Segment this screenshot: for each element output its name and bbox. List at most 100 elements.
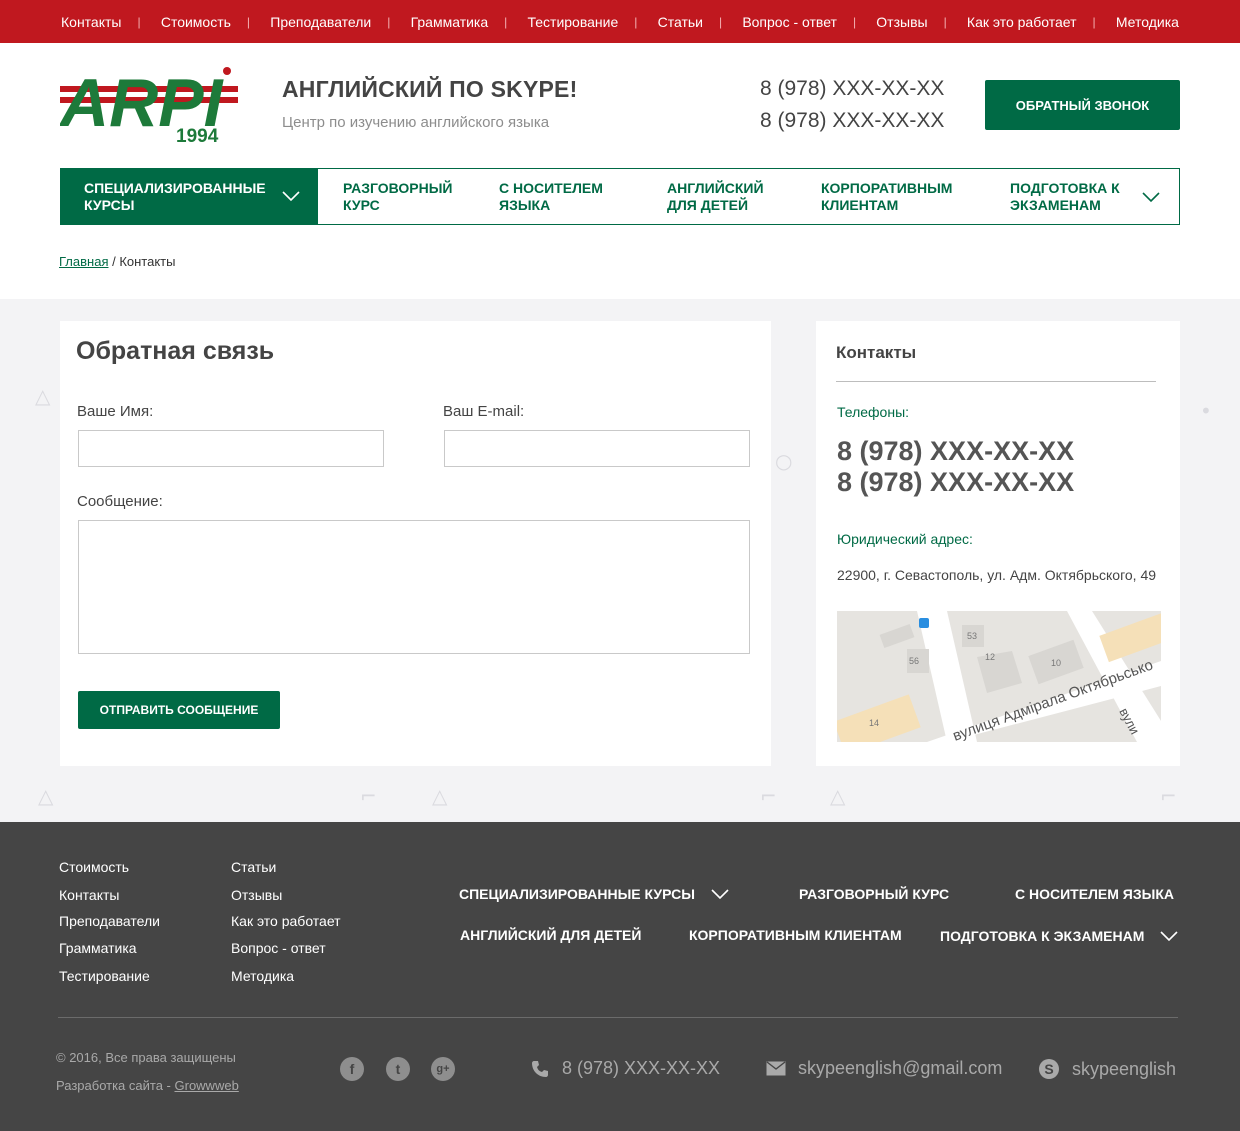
top-nav-item[interactable]: Вопрос - ответ | [742, 14, 856, 30]
footer-nav-exam-preparation[interactable]: ПОДГОТОВКА К ЭКЗАМЕНАМ [940, 928, 1144, 944]
zigzag-decor-icon: ⌐ [360, 784, 377, 808]
top-nav-item[interactable]: Стоимость | [161, 14, 250, 30]
contact-phone[interactable]: 8 (978) XXX-XX-XX [837, 436, 1074, 467]
footer-phone[interactable]: 8 (978) XXX-XX-XX [530, 1058, 720, 1079]
footer-nav-corporate-clients[interactable]: КОРПОРАТИВНЫМ КЛИЕНТАМ [689, 927, 902, 943]
triangle-decor-icon: △ [432, 784, 448, 808]
top-nav-item[interactable]: Статьи | [658, 14, 723, 30]
top-bar: Контакты | Стоимость | Преподаватели | Грам… [0, 0, 1240, 43]
svg-text:53: 53 [967, 631, 977, 641]
zigzag-decor-icon: ⌐ [760, 784, 777, 808]
form-title: Обратная связь [76, 337, 275, 365]
nav-label: СПЕЦИАЛИЗИРОВАННЫЕ КУРСЫ [84, 179, 266, 213]
footer-skype[interactable]: S skypeenglish [1038, 1058, 1176, 1080]
triangle-decor-icon: △ [35, 384, 51, 408]
svg-text:14: 14 [869, 718, 879, 728]
nav-specialized-courses[interactable]: СПЕЦИАЛИЗИРОВАННЫЕ КУРСЫ [60, 168, 318, 225]
chevron-down-icon [1142, 192, 1160, 203]
header-phone[interactable]: 8 (978) XXX-XX-XX [760, 77, 944, 101]
email-input[interactable] [444, 430, 750, 467]
nav-native-speaker[interactable]: С НОСИТЕЛЕМ ЯЗЫКА [499, 169, 629, 224]
nav-corporate-clients[interactable]: КОРПОРАТИВНЫМ КЛИЕНТАМ [821, 169, 971, 224]
site-subtitle: Центр по изучению английского языка [282, 114, 550, 131]
zigzag-decor-icon: ⌐ [1160, 784, 1177, 808]
top-nav-item[interactable]: Методика [1116, 14, 1179, 30]
footer-nav-english-for-kids[interactable]: АНГЛИЙСКИЙ ДЛЯ ДЕТЕЙ [460, 927, 641, 943]
top-nav-item[interactable]: Как это работает | [967, 14, 1096, 30]
tumblr-icon[interactable]: t [386, 1057, 410, 1081]
callback-button[interactable]: ОБРАТНЫЙ ЗВОНОК [985, 80, 1180, 130]
footer-phone-text: 8 (978) XXX-XX-XX [562, 1058, 721, 1078]
facebook-icon[interactable]: f [340, 1057, 364, 1081]
developer-link[interactable]: Growwweb [175, 1078, 239, 1093]
message-textarea[interactable] [78, 520, 750, 654]
top-nav-item[interactable]: Контакты | [61, 14, 141, 30]
header-phone[interactable]: 8 (978) XXX-XX-XX [760, 109, 944, 133]
nav-conversation-course[interactable]: РАЗГОВОРНЫЙ КУРС [343, 169, 473, 224]
contacts-divider [836, 381, 1156, 382]
footer-divider [58, 1017, 1178, 1018]
contacts-title: Контакты [836, 343, 917, 362]
skype-icon: S [1038, 1058, 1060, 1080]
developer-credit: Разработка сайта - Growwweb [56, 1078, 239, 1093]
triangle-decor-icon: △ [830, 784, 846, 808]
footer-link[interactable]: Тестирование [59, 968, 150, 984]
chevron-down-icon [711, 889, 729, 900]
svg-text:12: 12 [985, 652, 995, 662]
name-input[interactable] [78, 430, 384, 467]
phones-label: Телефоны: [837, 404, 910, 420]
nav-label: ПОДГОТОВКА К ЭКЗАМЕНАМ [1010, 179, 1120, 213]
footer-link[interactable]: Как это работает [231, 913, 341, 929]
footer-link[interactable]: Грамматика [59, 940, 137, 956]
top-nav-item[interactable]: Тестирование | [527, 14, 637, 30]
footer-link[interactable]: Стоимость [59, 859, 129, 875]
footer-nav-label: АНГЛИЙСКИЙ ДЛЯ ДЕТЕЙ [460, 927, 642, 943]
triangle-decor-icon: △ [38, 784, 54, 808]
footer-nav-native-speaker[interactable]: С НОСИТЕЛЕМ ЯЗЫКА [1015, 886, 1174, 902]
google-plus-icon[interactable]: g+ [431, 1057, 455, 1081]
map[interactable]: 53 56 12 10 14 вулиця Адмірала Октябрьсь… [837, 611, 1161, 742]
top-nav-item[interactable]: Преподаватели | [270, 14, 390, 30]
footer-link[interactable]: Контакты [59, 887, 119, 903]
footer-nav-conversation-course[interactable]: РАЗГОВОРНЫЙ КУРС [799, 886, 949, 902]
footer-link[interactable]: Преподаватели [59, 913, 160, 929]
logo-year: 1994 [176, 126, 219, 144]
footer-link[interactable]: Отзывы [231, 887, 282, 903]
svg-text:56: 56 [909, 656, 919, 666]
map-graphic: 53 56 12 10 14 вулиця Адмірала Октябрьсь… [837, 611, 1161, 742]
breadcrumb-home-link[interactable]: Главная [59, 254, 108, 269]
svg-text:10: 10 [1051, 658, 1061, 668]
phone-icon [530, 1059, 550, 1079]
footer-nav-label: ПОДГОТОВКА К ЭКЗАМЕНАМ [940, 928, 1145, 944]
feedback-form: Обратная связь Ваше Имя: Ваш E-mail: Соо… [60, 321, 771, 766]
breadcrumb-current: Контакты [119, 254, 176, 269]
main-nav: СПЕЦИАЛИЗИРОВАННЫЕ КУРСЫ РАЗГОВОРНЫЙ КУР… [60, 168, 1180, 225]
message-label: Сообщение: [77, 493, 163, 510]
contact-phone[interactable]: 8 (978) XXX-XX-XX [837, 467, 1074, 498]
dot-decor-icon: • [1200, 399, 1212, 423]
breadcrumb: Главная / Контакты [59, 254, 175, 269]
nav-exam-preparation[interactable]: ПОДГОТОВКА К ЭКЗАМЕНАМ [1010, 169, 1176, 224]
send-message-button[interactable]: ОТПРАВИТЬ СООБЩЕНИЕ [78, 691, 280, 729]
nav-english-for-kids[interactable]: АНГЛИЙСКИЙ ДЛЯ ДЕТЕЙ [667, 169, 787, 224]
top-nav-item[interactable]: Грамматика | [411, 14, 508, 30]
svg-text:S: S [1044, 1061, 1053, 1077]
circle-decor-icon: ○ [775, 449, 793, 473]
footer-nav-specialized-courses[interactable]: СПЕЦИАЛИЗИРОВАННЫЕ КУРСЫ [459, 886, 695, 902]
footer-nav-label: СПЕЦИАЛИЗИРОВАННЫЕ КУРСЫ [459, 886, 695, 902]
footer-link[interactable]: Методика [231, 968, 294, 984]
nav-label: АНГЛИЙСКИЙ ДЛЯ ДЕТЕЙ [667, 179, 764, 213]
nav-label: РАЗГОВОРНЫЙ КУРС [343, 179, 453, 213]
footer-email[interactable]: skypeenglish@gmail.com [766, 1058, 1002, 1079]
footer-link[interactable]: Вопрос - ответ [231, 940, 326, 956]
logo[interactable]: ARPI 1994 [58, 64, 240, 147]
breadcrumb-separator: / [108, 254, 120, 269]
footer: Стоимость Контакты Преподаватели Граммат… [0, 822, 1240, 1131]
mail-icon [766, 1061, 786, 1076]
nav-label: КОРПОРАТИВНЫМ КЛИЕНТАМ [821, 179, 953, 213]
footer-email-text: skypeenglish@gmail.com [798, 1058, 1003, 1078]
top-nav-item[interactable]: Отзывы | [876, 14, 946, 30]
footer-nav-label: КОРПОРАТИВНЫМ КЛИЕНТАМ [689, 927, 902, 943]
footer-link[interactable]: Статьи [231, 859, 276, 875]
top-nav: Контакты | Стоимость | Преподаватели | Грам… [61, 0, 1179, 43]
